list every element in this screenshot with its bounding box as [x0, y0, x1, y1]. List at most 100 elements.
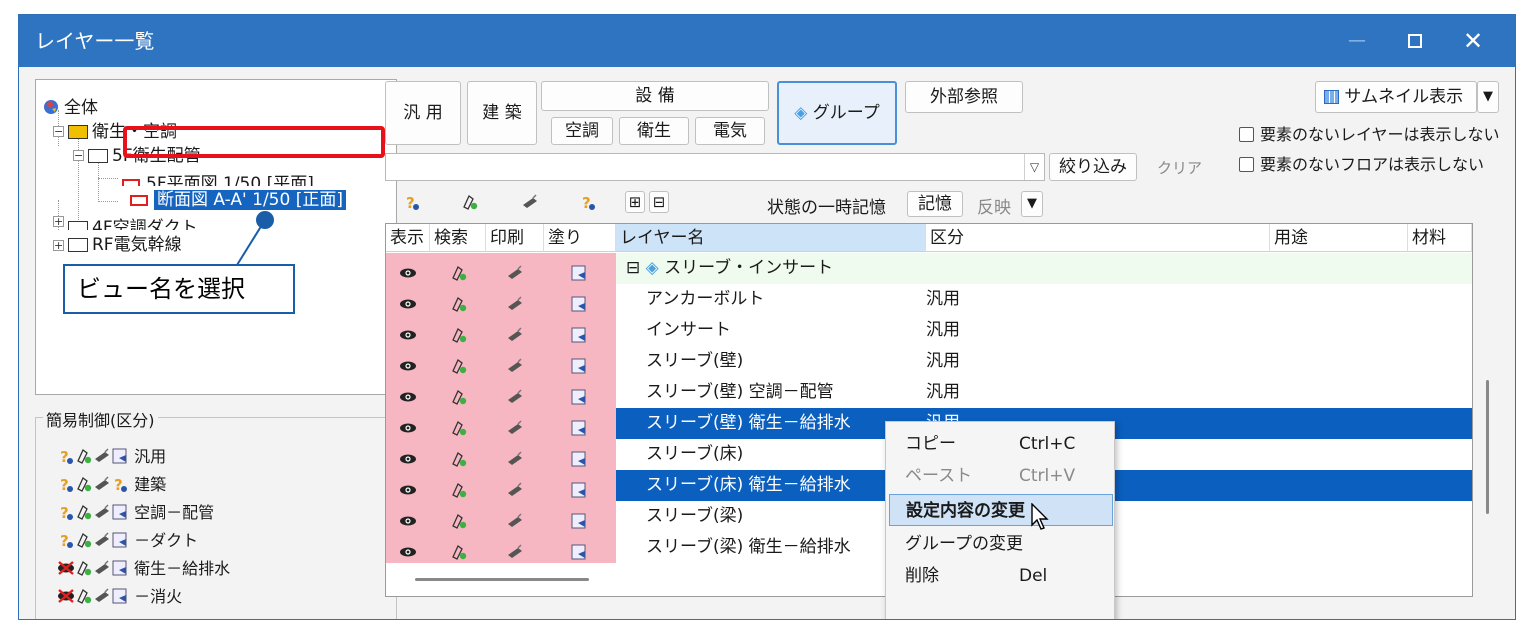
eye-icon[interactable] [399, 543, 417, 561]
menu-item-paste[interactable]: ペースト Ctrl+V [889, 460, 1113, 492]
search-icon[interactable] [450, 481, 468, 499]
fill-icon[interactable] [570, 264, 588, 282]
eye-icon[interactable] [399, 388, 417, 406]
general-button[interactable]: 汎 用 [385, 81, 461, 145]
fill-icon[interactable] [570, 388, 588, 406]
filter-combobox[interactable]: ▽ [385, 153, 1045, 181]
vertical-scrollbar[interactable] [1486, 380, 1489, 514]
column-header-material[interactable]: 材料 [1408, 224, 1472, 252]
search-toggle-icon[interactable] [75, 587, 93, 605]
search-all-icon[interactable] [461, 193, 479, 211]
search-icon[interactable] [450, 419, 468, 437]
memorize-button[interactable]: 記憶 [907, 191, 963, 217]
print-icon[interactable] [506, 357, 524, 375]
search-toggle-icon[interactable] [75, 503, 93, 521]
print-icon[interactable] [506, 295, 524, 313]
search-icon[interactable] [450, 512, 468, 530]
electric-button[interactable]: 電気 [695, 117, 765, 145]
search-icon[interactable] [450, 326, 468, 344]
quick-control-row[interactable]: ? －ダクト [57, 529, 198, 553]
eye-icon[interactable] [399, 450, 417, 468]
menu-item-delete[interactable]: 削除 Del [889, 560, 1113, 592]
maximize-button[interactable] [1387, 15, 1443, 67]
group-button[interactable]: ◈ グループ [777, 81, 897, 145]
print-toggle-icon[interactable] [93, 503, 111, 521]
search-icon[interactable] [450, 388, 468, 406]
fill-toggle-icon[interactable] [111, 503, 129, 521]
eye-icon[interactable] [399, 481, 417, 499]
print-icon[interactable] [506, 326, 524, 344]
search-all-button[interactable] [461, 193, 479, 212]
column-header-print[interactable]: 印刷 [486, 224, 544, 252]
quick-control-row[interactable]: －消火 [57, 585, 182, 609]
display-all-button[interactable]: ? [403, 193, 421, 212]
print-icon[interactable] [506, 543, 524, 561]
fill-toggle-icon[interactable] [111, 559, 129, 577]
column-header-purpose[interactable]: 用途 [1270, 224, 1408, 252]
group-collapse-toggle[interactable]: ⊟ [626, 258, 640, 278]
apply-dropdown-button[interactable]: ▼ [1021, 191, 1043, 217]
fill-icon[interactable] [570, 481, 588, 499]
menu-item-copy[interactable]: コピー Ctrl+C [889, 428, 1113, 460]
fill-toggle-icon[interactable]: ? [111, 475, 129, 494]
print-all-button[interactable] [521, 193, 539, 212]
table-row[interactable]: アンカーボルト 汎用 [386, 284, 1472, 315]
chevron-down-icon[interactable]: ▽ [1024, 154, 1044, 180]
eye-icon[interactable] [399, 357, 417, 375]
search-toggle-icon[interactable] [75, 475, 93, 493]
expand-all-button[interactable]: ⊞ [625, 191, 645, 213]
column-header-search[interactable]: 検索 [430, 224, 486, 252]
print-icon[interactable] [506, 512, 524, 530]
narrow-down-button[interactable]: 絞り込み [1049, 153, 1137, 181]
fill-toggle-icon[interactable] [111, 531, 129, 549]
display-toggle-icon[interactable]: ? [57, 531, 75, 550]
thumbnail-dropdown-button[interactable]: ▼ [1477, 81, 1499, 113]
table-row[interactable]: スリーブ(壁) 空調－配管 汎用 [386, 377, 1472, 408]
group-row[interactable]: ⊟ ◈ スリーブ・インサート [386, 253, 1472, 284]
search-icon[interactable] [450, 264, 468, 282]
fill-icon[interactable] [570, 295, 588, 313]
hidden-eye-icon[interactable] [57, 559, 75, 577]
eye-icon[interactable] [399, 264, 417, 282]
print-all-icon[interactable] [521, 193, 539, 211]
fill-icon[interactable] [570, 450, 588, 468]
print-icon[interactable] [506, 450, 524, 468]
fill-all-button[interactable]: ? [579, 193, 597, 212]
column-header-layer-name[interactable]: レイヤー名 [616, 224, 926, 252]
fill-all-icon[interactable]: ? [579, 193, 597, 212]
print-icon[interactable] [506, 419, 524, 437]
search-icon[interactable] [450, 450, 468, 468]
menu-item-change-settings[interactable]: 設定内容の変更 [889, 494, 1113, 526]
print-toggle-icon[interactable] [93, 587, 111, 605]
search-toggle-icon[interactable] [75, 447, 93, 465]
sanitary-button[interactable]: 衛生 [619, 117, 689, 145]
fill-icon[interactable] [570, 326, 588, 344]
display-all-icon[interactable]: ? [403, 193, 421, 212]
horizontal-scrollbar[interactable] [415, 578, 589, 581]
eye-icon[interactable] [399, 295, 417, 313]
table-row[interactable]: インサート 汎用 [386, 315, 1472, 346]
print-toggle-icon[interactable] [93, 475, 111, 493]
eye-icon[interactable] [399, 419, 417, 437]
eye-icon[interactable] [399, 512, 417, 530]
column-header-display[interactable]: 表示 [386, 224, 430, 252]
fill-icon[interactable] [570, 512, 588, 530]
hide-empty-layers-checkbox[interactable]: 要素のないレイヤーは表示しない [1239, 121, 1500, 145]
column-header-category[interactable]: 区分 [926, 224, 1270, 252]
search-icon[interactable] [450, 543, 468, 561]
quick-control-row[interactable]: 衛生－給排水 [57, 557, 230, 581]
display-toggle-icon[interactable]: ? [57, 447, 75, 466]
search-icon[interactable] [450, 295, 468, 313]
thumbnail-button[interactable]: サムネイル表示 [1315, 81, 1477, 113]
fill-toggle-icon[interactable] [111, 447, 129, 465]
display-toggle-icon[interactable]: ? [57, 503, 75, 522]
search-toggle-icon[interactable] [75, 531, 93, 549]
quick-control-row[interactable]: ? 空調－配管 [57, 501, 214, 525]
quick-control-row[interactable]: ?? 建築 [57, 473, 166, 497]
search-icon[interactable] [450, 357, 468, 375]
fill-toggle-icon[interactable] [111, 587, 129, 605]
print-icon[interactable] [506, 388, 524, 406]
close-button[interactable]: ✕ [1445, 15, 1501, 67]
architecture-button[interactable]: 建 築 [467, 81, 537, 145]
search-toggle-icon[interactable] [75, 559, 93, 577]
